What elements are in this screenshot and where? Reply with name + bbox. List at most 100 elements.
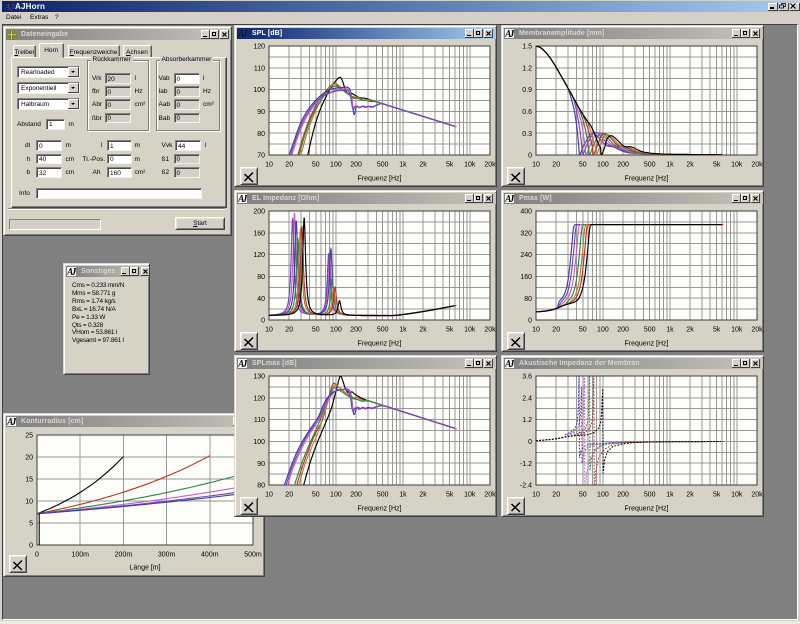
- svg-text:Frequenz [Hz]: Frequenz [Hz]: [625, 506, 669, 513]
- svg-text:120: 120: [253, 252, 265, 259]
- svg-text:20k: 20k: [484, 492, 496, 499]
- svg-text:5k: 5k: [446, 327, 454, 334]
- svg-text:80: 80: [257, 483, 265, 490]
- svg-text:100: 100: [597, 162, 609, 169]
- svg-text:J: J: [70, 267, 76, 276]
- svg-text:AJ: AJ: [5, 3, 14, 12]
- svg-text:50: 50: [312, 162, 320, 169]
- svg-text:-2.4: -2.4: [520, 483, 532, 490]
- svg-text:200m: 200m: [115, 552, 133, 559]
- svg-text:2.4: 2.4: [522, 395, 532, 402]
- svg-text:0: 0: [528, 439, 532, 446]
- svg-text:100: 100: [330, 327, 342, 334]
- svg-text:200: 200: [350, 162, 362, 169]
- svg-text:5k: 5k: [446, 162, 454, 169]
- svg-text:400m: 400m: [201, 552, 219, 559]
- svg-text:5k: 5k: [713, 492, 721, 499]
- svg-text:5k: 5k: [713, 327, 721, 334]
- svg-text:1k: 1k: [399, 327, 407, 334]
- svg-text:25: 25: [25, 433, 33, 440]
- svg-text:2k: 2k: [686, 162, 694, 169]
- svg-text:1k: 1k: [399, 492, 407, 499]
- svg-text:100: 100: [253, 87, 265, 94]
- svg-text:40: 40: [257, 296, 265, 303]
- svg-text:10: 10: [532, 492, 540, 499]
- svg-text:5k: 5k: [713, 162, 721, 169]
- svg-text:10k: 10k: [464, 492, 476, 499]
- svg-text:20k: 20k: [484, 327, 496, 334]
- svg-text:100: 100: [330, 492, 342, 499]
- svg-text:0.3: 0.3: [522, 131, 532, 138]
- svg-text:20k: 20k: [484, 162, 496, 169]
- svg-text:20k: 20k: [751, 492, 763, 499]
- svg-text:10: 10: [265, 327, 273, 334]
- svg-text:1.5: 1.5: [522, 44, 532, 51]
- svg-text:20k: 20k: [751, 162, 763, 169]
- svg-text:15: 15: [25, 477, 33, 484]
- svg-text:10k: 10k: [731, 162, 743, 169]
- svg-text:50: 50: [579, 162, 587, 169]
- svg-text:0.9: 0.9: [522, 87, 532, 94]
- svg-text:200: 200: [617, 162, 629, 169]
- svg-text:200: 200: [350, 327, 362, 334]
- svg-text:80: 80: [257, 274, 265, 281]
- svg-text:500: 500: [644, 327, 656, 334]
- svg-text:20k: 20k: [751, 327, 763, 334]
- svg-text:J: J: [241, 194, 247, 203]
- svg-text:50: 50: [579, 327, 587, 334]
- svg-text:500: 500: [644, 162, 656, 169]
- svg-text:10k: 10k: [464, 162, 476, 169]
- svg-text:2k: 2k: [686, 492, 694, 499]
- svg-text:10: 10: [265, 162, 273, 169]
- svg-text:1k: 1k: [666, 327, 674, 334]
- svg-text:200: 200: [617, 492, 629, 499]
- svg-text:50: 50: [312, 492, 320, 499]
- svg-text:100: 100: [253, 439, 265, 446]
- svg-text:10k: 10k: [731, 327, 743, 334]
- svg-text:Frequenz [Hz]: Frequenz [Hz]: [358, 341, 402, 348]
- svg-text:10: 10: [532, 162, 540, 169]
- svg-text:240: 240: [520, 252, 532, 259]
- svg-text:100: 100: [597, 327, 609, 334]
- svg-text:320: 320: [520, 230, 532, 237]
- svg-text:0: 0: [35, 552, 39, 559]
- svg-text:160: 160: [253, 230, 265, 237]
- svg-text:100m: 100m: [71, 552, 89, 559]
- svg-text:10: 10: [265, 492, 273, 499]
- svg-text:-1.2: -1.2: [520, 461, 532, 468]
- svg-text:110: 110: [254, 65, 265, 72]
- svg-text:20: 20: [285, 162, 293, 169]
- svg-text:90: 90: [257, 461, 265, 468]
- svg-text:1k: 1k: [666, 492, 674, 499]
- svg-text:2k: 2k: [419, 327, 427, 334]
- svg-text:50: 50: [579, 492, 587, 499]
- svg-text:130: 130: [253, 374, 265, 381]
- svg-text:500m: 500m: [244, 552, 262, 559]
- svg-text:160: 160: [520, 274, 532, 281]
- svg-text:Länge [m]: Länge [m]: [129, 565, 160, 572]
- svg-text:0: 0: [29, 543, 33, 550]
- svg-text:110: 110: [254, 417, 265, 424]
- svg-text:300m: 300m: [158, 552, 176, 559]
- svg-text:20: 20: [552, 492, 560, 499]
- svg-text:0: 0: [528, 153, 532, 160]
- svg-text:1.2: 1.2: [522, 65, 532, 72]
- svg-text:20: 20: [552, 327, 560, 334]
- svg-text:J: J: [508, 194, 514, 203]
- svg-text:20: 20: [285, 327, 293, 334]
- svg-text:1.2: 1.2: [522, 417, 532, 424]
- svg-text:80: 80: [257, 131, 265, 138]
- svg-text:Frequenz [Hz]: Frequenz [Hz]: [625, 341, 669, 348]
- svg-text:70: 70: [257, 153, 265, 160]
- svg-text:500: 500: [377, 327, 389, 334]
- svg-text:20: 20: [25, 455, 33, 462]
- svg-text:400: 400: [520, 209, 532, 216]
- svg-text:J: J: [508, 359, 514, 368]
- svg-text:80: 80: [524, 296, 532, 303]
- svg-text:10k: 10k: [464, 327, 476, 334]
- svg-text:10: 10: [25, 499, 33, 506]
- svg-text:20: 20: [285, 492, 293, 499]
- svg-text:500: 500: [377, 492, 389, 499]
- svg-text:500: 500: [377, 162, 389, 169]
- svg-text:1k: 1k: [666, 162, 674, 169]
